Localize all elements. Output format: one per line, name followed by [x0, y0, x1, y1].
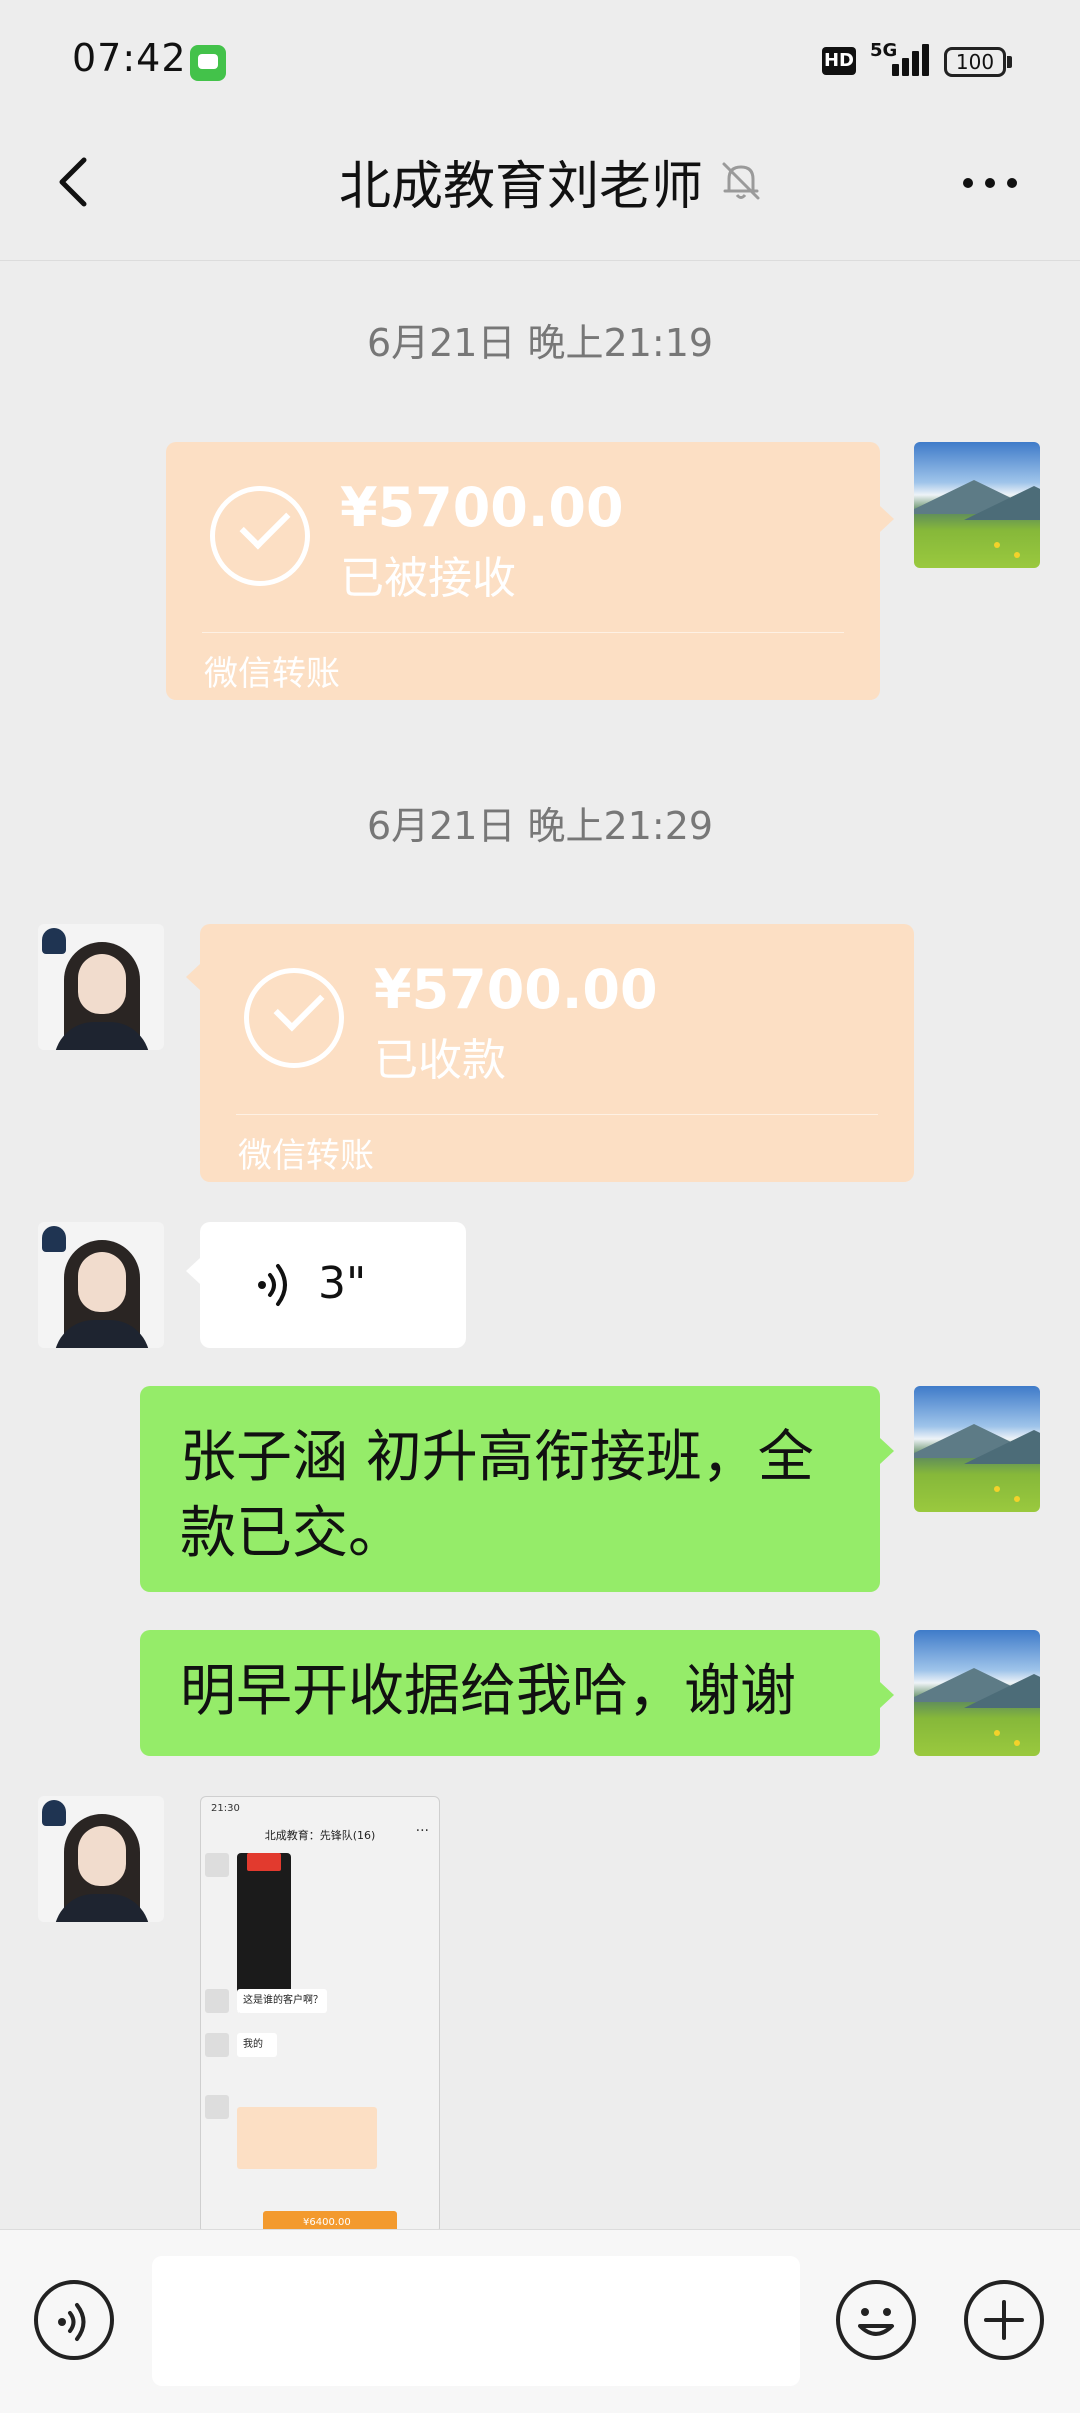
avatar-self[interactable]	[914, 1386, 1040, 1512]
bubble-tail	[186, 964, 200, 990]
message-text-line: 款已交。	[180, 1501, 404, 1566]
hd-badge: HD	[822, 47, 856, 75]
avatar-contact[interactable]	[38, 1222, 164, 1348]
signal-icon	[892, 44, 932, 76]
transfer-bubble-sent[interactable]: ¥5700.00 已被接收 微信转账	[166, 442, 894, 700]
emoji-icon	[858, 2308, 894, 2336]
voice-input-button[interactable]	[34, 2280, 114, 2360]
image-message-thumbnail[interactable]: 21:30 北成教育：先锋队(16) ··· 这是谁的客户啊？ 我的 ¥6400…	[200, 1796, 440, 2234]
status-time: 07:42	[72, 36, 187, 80]
message-notification-icon	[190, 45, 226, 81]
bubble-tail	[880, 1682, 894, 1708]
chat-title: 北成教育刘老师	[338, 157, 703, 217]
voice-duration: 3"	[318, 1258, 367, 1309]
transfer-footer: 微信转账	[238, 1136, 374, 1176]
bubble-tail	[186, 1258, 200, 1284]
divider	[236, 1114, 878, 1115]
text-bubble-sent[interactable]: 明早开收据给我哈，谢谢	[140, 1630, 894, 1756]
bubble-tail	[880, 1438, 894, 1464]
emoji-button[interactable]	[836, 2280, 916, 2360]
voice-wave-icon	[258, 1264, 287, 1306]
thumb-avatar	[205, 2033, 229, 2057]
bell-off-icon	[722, 162, 760, 200]
bubble-tail	[880, 506, 894, 532]
message-input[interactable]	[152, 2256, 800, 2386]
transfer-status: 已被接收	[340, 553, 516, 604]
check-circle-icon	[210, 486, 310, 586]
message-text-line: 张子涵 初升高衔接班，全	[180, 1425, 814, 1490]
plus-icon	[984, 2300, 1024, 2340]
thumb-avatar	[205, 2095, 229, 2119]
avatar-self[interactable]	[914, 442, 1040, 568]
transfer-bubble-received[interactable]: ¥5700.00 已收款 微信转账	[186, 924, 914, 1182]
message-timestamp: 6月21日 晚上21:19	[366, 321, 714, 365]
thumb-title: 北成教育：先锋队(16)	[264, 1829, 376, 1842]
avatar-self[interactable]	[914, 1630, 1040, 1756]
voice-input-icon	[58, 2303, 86, 2341]
message-timestamp: 6月21日 晚上21:29	[366, 804, 714, 848]
battery-indicator: 100	[944, 47, 1006, 77]
thumb-bubble: 这是谁的客户啊？	[237, 1989, 327, 2013]
thumb-more: ···	[415, 1823, 429, 1839]
transfer-amount: ¥5700.00	[340, 476, 624, 539]
thumb-avatar	[205, 1989, 229, 2013]
thumb-time: 21:30	[211, 1803, 240, 1814]
thumb-bubble: 我的	[237, 2033, 277, 2057]
voice-message-bubble[interactable]: 3"	[186, 1222, 466, 1348]
transfer-amount: ¥5700.00	[374, 958, 658, 1021]
divider	[202, 632, 844, 633]
plus-button[interactable]	[964, 2280, 1044, 2360]
avatar-contact[interactable]	[38, 924, 164, 1050]
more-button[interactable]	[960, 168, 1020, 198]
mute-status	[718, 158, 764, 204]
transfer-footer: 微信转账	[204, 654, 340, 694]
text-bubble-sent[interactable]: 张子涵 初升高衔接班，全 款已交。	[140, 1386, 894, 1592]
battery-tip	[1007, 56, 1012, 68]
thumb-transfer	[237, 2107, 377, 2169]
avatar-contact[interactable]	[38, 1796, 164, 1922]
message-text-line: 明早开收据给我哈，谢谢	[180, 1659, 796, 1724]
thumb-avatar	[205, 1853, 229, 1877]
transfer-status: 已收款	[374, 1035, 506, 1086]
more-horizontal-icon	[963, 178, 1017, 188]
check-circle-icon	[244, 968, 344, 1068]
